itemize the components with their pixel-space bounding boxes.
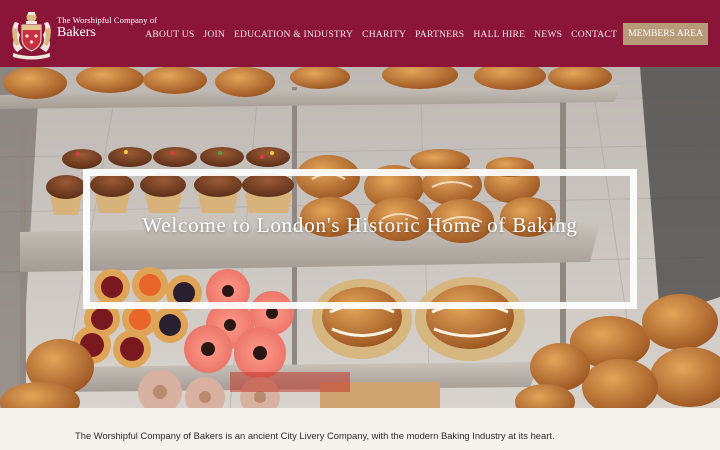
nav-education-industry[interactable]: EDUCATION & INDUSTRY	[234, 29, 353, 40]
hero-title: Welcome to London's Historic Home of Bak…	[142, 213, 578, 237]
hero-title-frame	[83, 169, 637, 309]
nav-partners[interactable]: PARTNERS	[415, 29, 464, 40]
nav-hall-hire[interactable]: HALL HIRE	[473, 29, 525, 40]
nav-join[interactable]: JOIN	[203, 29, 225, 40]
nav-about-us[interactable]: ABOUT US	[145, 29, 194, 40]
nav-contact[interactable]: CONTACT	[571, 29, 617, 40]
nav-news[interactable]: NEWS	[534, 29, 562, 40]
intro-text: The Worshipful Company of Bakers is an a…	[75, 430, 555, 441]
crest-logo-icon[interactable]	[9, 8, 54, 60]
members-area-button[interactable]: MEMBERS AREA	[623, 23, 708, 45]
intro-section: The Worshipful Company of Bakers is an a…	[0, 408, 720, 450]
brand-name[interactable]: Bakers	[57, 25, 96, 41]
nav-charity[interactable]: CHARITY	[362, 29, 406, 40]
main-nav: ABOUT US JOIN EDUCATION & INDUSTRY CHARI…	[136, 23, 708, 45]
hero-banner: Welcome to London's Historic Home of Bak…	[0, 67, 720, 408]
site-header: The Worshipful Company of Bakers ABOUT U…	[0, 0, 720, 67]
